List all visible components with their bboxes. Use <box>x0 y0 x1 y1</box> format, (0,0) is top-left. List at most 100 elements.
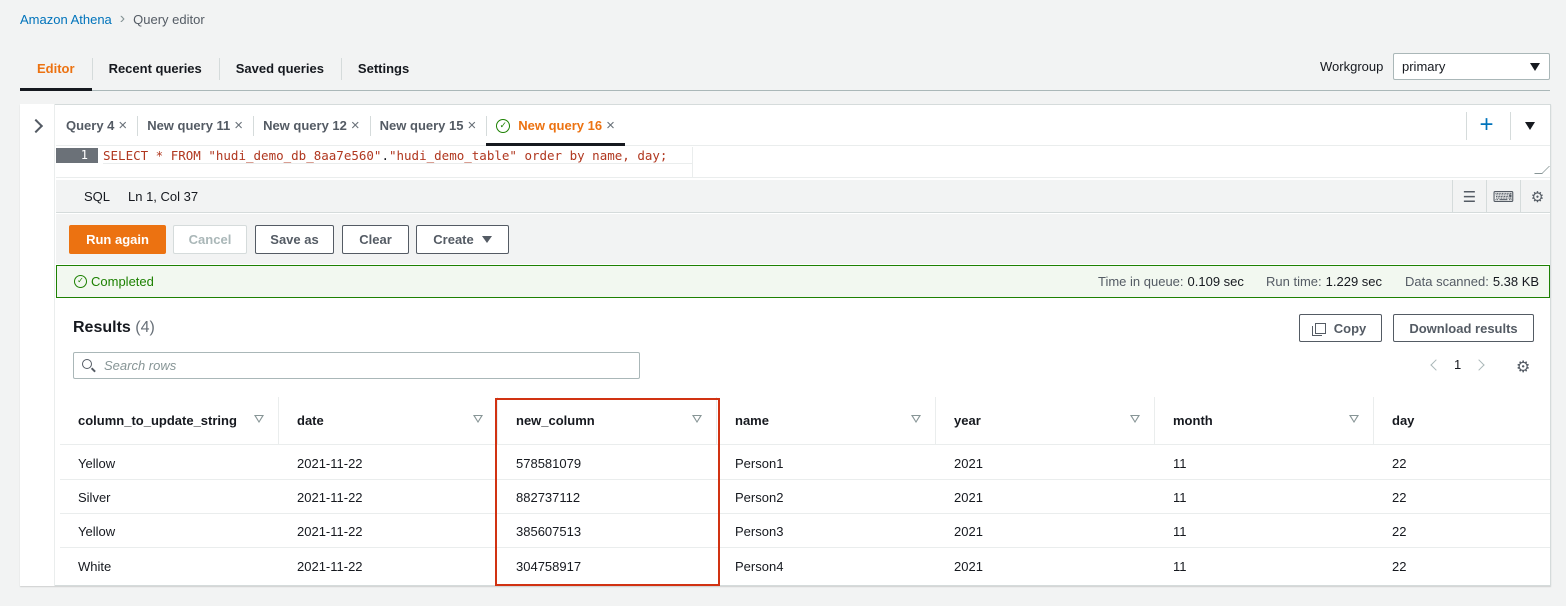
status-text: Completed <box>91 274 154 289</box>
results-title-text: Results <box>73 319 131 336</box>
workgroup-label: Workgroup <box>1320 59 1384 74</box>
query-tab[interactable]: Query 4 × <box>56 106 137 145</box>
chevron-left-icon[interactable] <box>1430 358 1442 371</box>
resize-handle-icon[interactable] <box>1534 166 1550 174</box>
sort-icon[interactable] <box>1130 415 1140 423</box>
table-cell: 11 <box>1173 456 1187 471</box>
query-tab-label: New query 16 <box>518 118 603 133</box>
code-line[interactable]: SELECT * FROM "hudi_demo_db_8aa7e560"."h… <box>103 147 667 164</box>
create-button-label: Create <box>433 232 474 247</box>
page-number[interactable]: 1 <box>1454 357 1461 372</box>
table-cell: 22 <box>1392 559 1407 574</box>
sort-icon[interactable] <box>473 415 483 423</box>
column-header[interactable]: day <box>1374 397 1550 445</box>
column-header[interactable]: name <box>717 397 936 445</box>
table-cell: 2021 <box>954 559 983 574</box>
tab-menu-button[interactable] <box>1510 112 1546 140</box>
keyboard-icon[interactable]: ⌨ <box>1486 180 1520 213</box>
code-rest: order by name, day; <box>516 148 668 163</box>
column-highlight-box <box>495 398 720 586</box>
status-completed: ✓ Completed <box>74 274 154 289</box>
table-cell: 2021-11-22 <box>297 490 363 505</box>
query-tab-label: Query 4 <box>66 118 115 133</box>
tab-settings[interactable]: Settings <box>340 46 426 90</box>
sql-editor[interactable]: 1 SELECT * FROM "hudi_demo_db_8aa7e560".… <box>56 147 1550 178</box>
close-icon[interactable]: × <box>467 117 476 134</box>
table-row: Yellow 2021-11-22 385607513 Person3 2021… <box>60 514 1550 548</box>
column-header[interactable]: year <box>936 397 1155 445</box>
data-scanned-label: Data scanned: <box>1405 274 1489 289</box>
workgroup-select[interactable]: primary <box>1393 53 1550 80</box>
column-header-label: month <box>1173 413 1213 428</box>
cancel-button[interactable]: Cancel <box>173 225 247 254</box>
query-tab-active[interactable]: ✓ New query 16 × <box>486 106 625 146</box>
column-header[interactable]: date <box>279 397 498 445</box>
tab-editor[interactable]: Editor <box>20 46 92 91</box>
table-row: Silver 2021-11-22 882737112 Person2 2021… <box>60 480 1550 514</box>
close-icon[interactable]: × <box>606 117 615 134</box>
table-cell: Person1 <box>735 456 784 471</box>
gear-icon[interactable]: ⚙ <box>1520 180 1554 213</box>
query-tab[interactable]: New query 12 × <box>253 106 370 145</box>
table-cell: Silver <box>78 490 111 505</box>
dropdown-arrow-icon <box>1525 122 1535 130</box>
table-cell: Person3 <box>735 524 784 539</box>
chevron-right-icon[interactable] <box>1473 358 1485 371</box>
query-tab[interactable]: New query 15 × <box>369 106 487 145</box>
sort-icon[interactable] <box>1349 415 1359 423</box>
column-header-label: name <box>735 413 769 428</box>
chevron-right-icon: › <box>119 10 126 27</box>
table-row: Yellow 2021-11-22 578581079 Person1 2021… <box>60 446 1550 480</box>
code-dot: . <box>381 148 389 163</box>
sort-icon[interactable] <box>254 415 264 423</box>
search-icon <box>82 359 92 369</box>
data-scanned: Data scanned: 5.38 KB <box>1405 274 1539 289</box>
column-header[interactable]: column_to_update_string <box>60 397 279 445</box>
search-input[interactable] <box>102 357 622 374</box>
add-query-tab-button[interactable]: + <box>1466 112 1506 140</box>
breadcrumb-current: Query editor <box>133 11 205 27</box>
close-icon[interactable]: × <box>234 117 243 134</box>
table-cell: 22 <box>1392 490 1407 505</box>
side-panel-toggle[interactable] <box>20 104 55 586</box>
code-db: "hudi_demo_db_8aa7e560" <box>208 148 382 163</box>
code-keyword: SELECT * FROM <box>103 148 209 163</box>
tab-saved-queries[interactable]: Saved queries <box>218 46 341 90</box>
gear-icon[interactable]: ⚙ <box>1516 357 1530 377</box>
check-circle-icon: ✓ <box>496 118 511 133</box>
chevron-right-icon <box>28 118 44 134</box>
clear-button[interactable]: Clear <box>342 225 409 254</box>
copy-button[interactable]: Copy <box>1299 314 1382 342</box>
run-time-value: 1.229 sec <box>1325 274 1383 289</box>
breadcrumb-root-link[interactable]: Amazon Athena <box>20 12 112 27</box>
download-results-button[interactable]: Download results <box>1393 314 1534 342</box>
query-tab-label: New query 15 <box>379 118 464 133</box>
results-count: (4) <box>135 319 155 336</box>
close-icon[interactable]: × <box>351 117 360 134</box>
breadcrumb: Amazon Athena › Query editor <box>20 10 205 28</box>
sort-icon[interactable] <box>911 415 921 423</box>
create-button[interactable]: Create <box>416 225 509 254</box>
query-tab[interactable]: New query 11 × <box>137 106 253 145</box>
column-header[interactable]: month <box>1155 397 1374 445</box>
tab-recent-queries[interactable]: Recent queries <box>91 46 219 90</box>
column-header-label: column_to_update_string <box>78 413 237 428</box>
column-header-label: date <box>297 413 324 428</box>
cursor-position: Ln 1, Col 37 <box>128 189 199 204</box>
table-cell: Yellow <box>78 524 116 539</box>
table-cell: 2021-11-22 <box>297 524 363 539</box>
save-as-button[interactable]: Save as <box>255 225 334 254</box>
run-again-button[interactable]: Run again <box>69 225 166 254</box>
results-panel: Results (4) Copy Download results 1 ⚙ co… <box>56 299 1550 586</box>
format-icon[interactable]: ☰ <box>1452 180 1486 213</box>
pagination: 1 <box>1430 357 1485 372</box>
search-rows-field[interactable] <box>73 352 640 379</box>
table-cell: 11 <box>1173 524 1187 539</box>
language-label: SQL <box>84 189 111 204</box>
table-header: column_to_update_string date new_column … <box>60 397 1550 445</box>
table-cell: Yellow <box>78 456 116 471</box>
query-tabs: Query 4 × New query 11 × New query 12 × … <box>56 106 1550 146</box>
close-icon[interactable]: × <box>118 117 127 134</box>
editor-status-bar: SQL Ln 1, Col 37 ☰ ⌨ ⚙ <box>56 180 1550 213</box>
table-cell: 22 <box>1392 524 1407 539</box>
